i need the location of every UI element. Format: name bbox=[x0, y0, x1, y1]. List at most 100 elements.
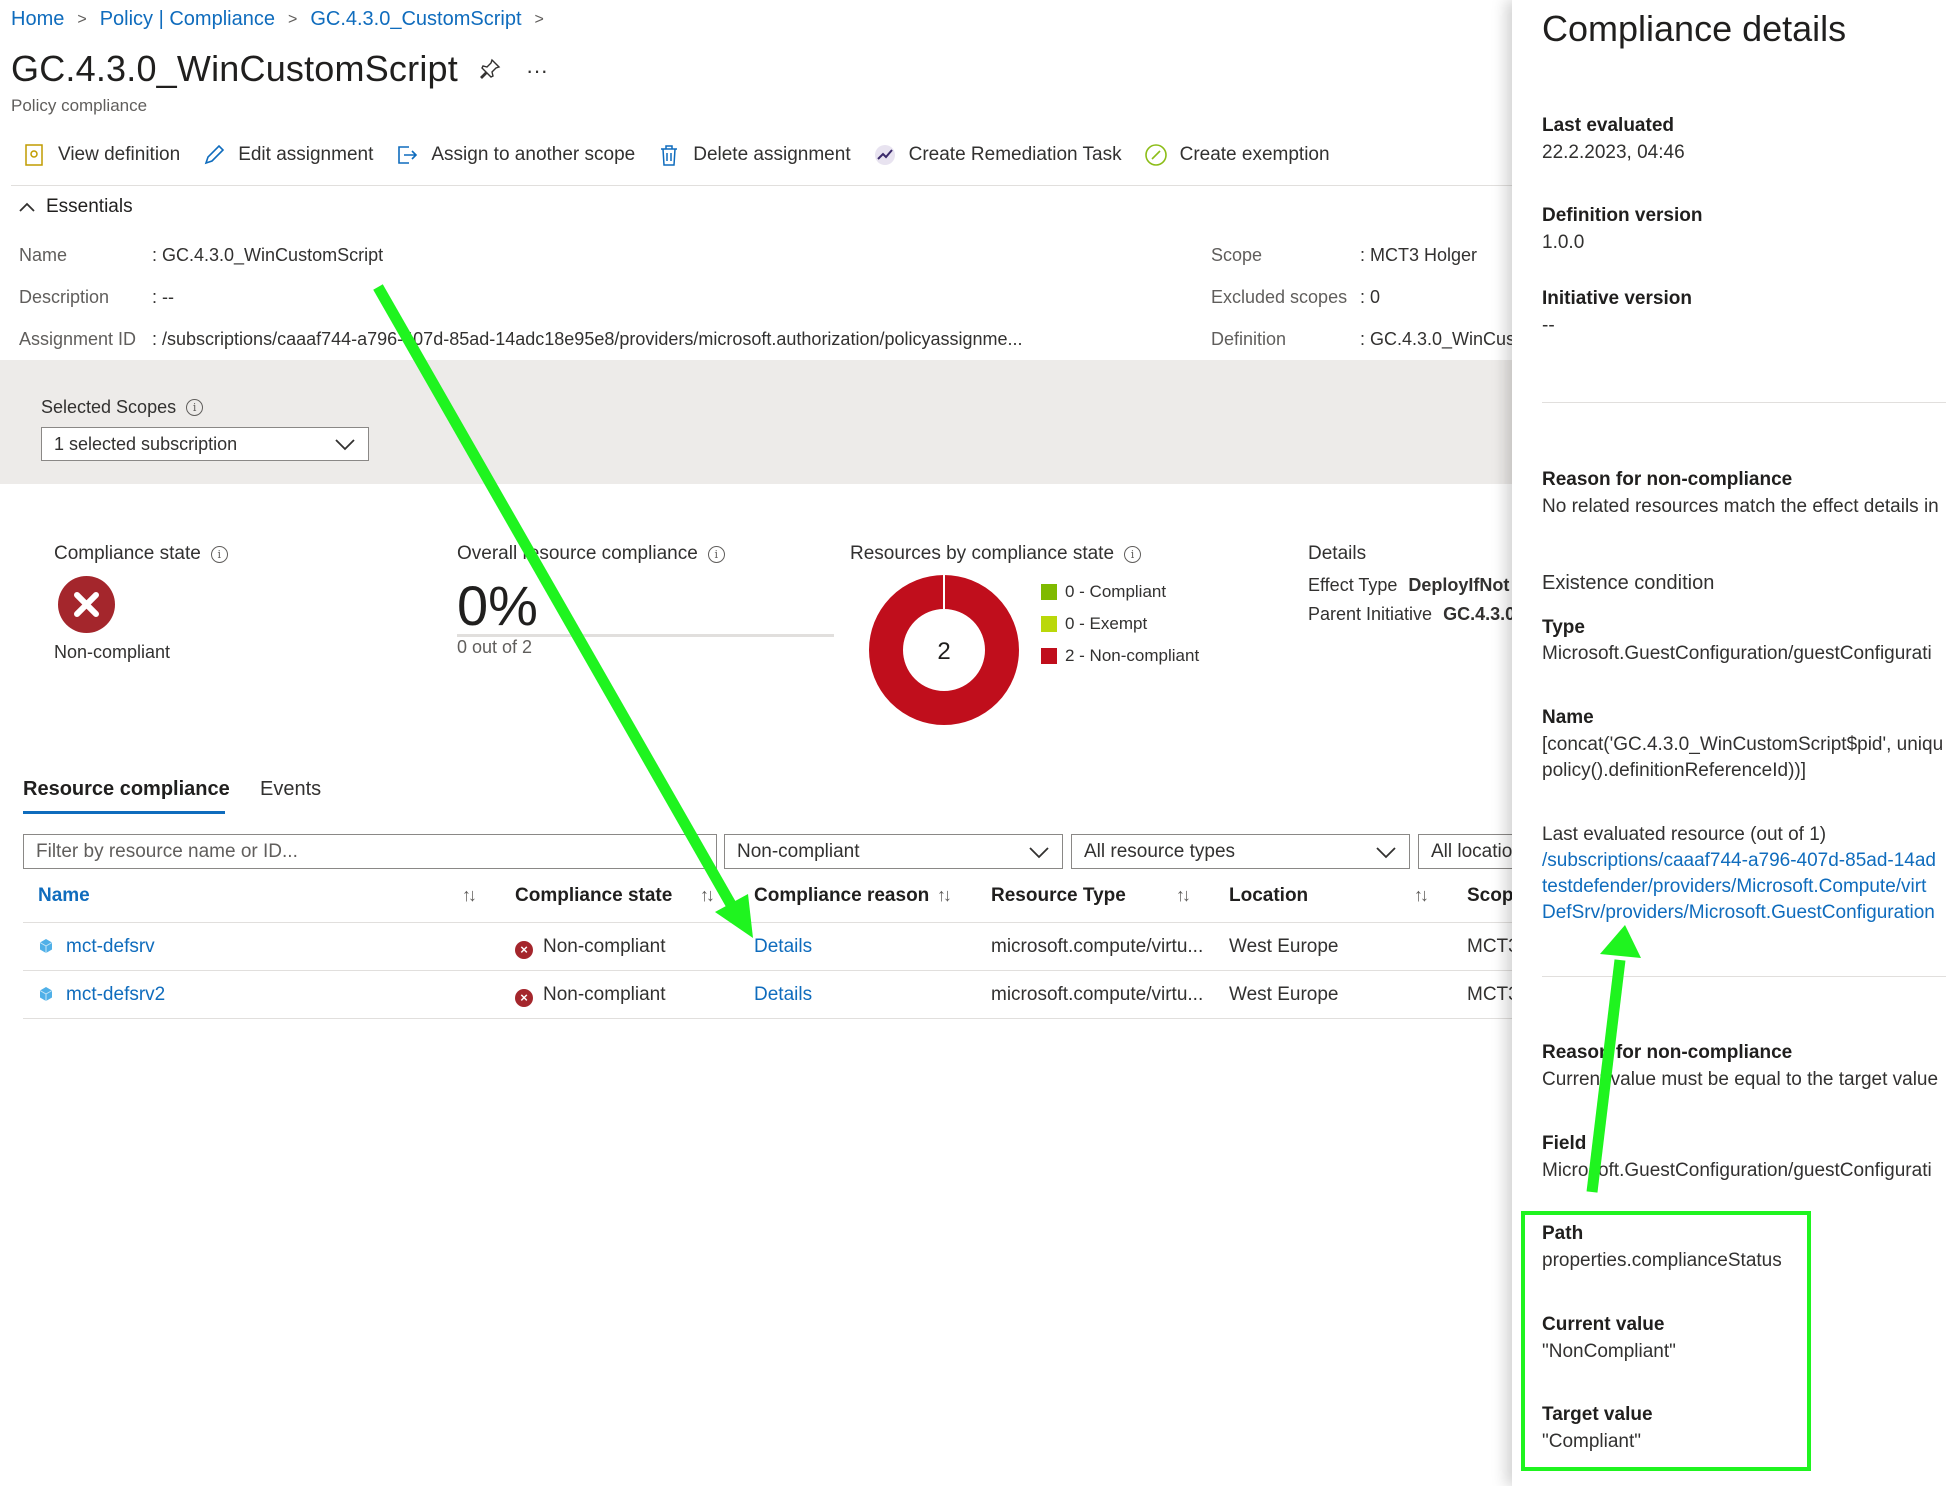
legend-swatch-exempt bbox=[1041, 616, 1057, 632]
details-card-title: Details bbox=[1308, 543, 1367, 564]
row-compliance-state: × Non-compliant bbox=[515, 984, 666, 1007]
info-icon[interactable]: i bbox=[1124, 545, 1142, 563]
delete-assignment-label: Delete assignment bbox=[693, 144, 851, 165]
column-header-location[interactable]: Location bbox=[1229, 885, 1308, 907]
last-evaluated-resource-link[interactable]: testdefender/providers/Microsoft.Compute… bbox=[1542, 876, 1926, 898]
pin-icon[interactable] bbox=[478, 57, 502, 81]
create-remediation-button[interactable]: Create Remediation Task bbox=[873, 143, 1122, 167]
reason-label: Reason for non-compliance bbox=[1542, 469, 1793, 490]
compliance-state-dropdown[interactable]: Non-compliant bbox=[724, 834, 1063, 869]
field-value: Microsoft.GuestConfiguration/guestConfig… bbox=[1542, 1160, 1932, 1181]
error-icon: × bbox=[515, 941, 533, 959]
scope-dropdown[interactable]: 1 selected subscription bbox=[41, 427, 369, 461]
column-header-resource-type[interactable]: Resource Type bbox=[991, 885, 1126, 907]
resource-type-dropdown[interactable]: All resource types bbox=[1071, 834, 1410, 869]
reason-value: No related resources match the effect de… bbox=[1542, 496, 1939, 517]
last-evaluated-resource-label: Last evaluated resource (out of 1) bbox=[1542, 824, 1827, 845]
divider bbox=[11, 185, 1512, 186]
scope-filter-band bbox=[0, 360, 1512, 484]
legend-exempt-label: 0 - Exempt bbox=[1065, 614, 1148, 633]
row-resource-type: microsoft.compute/virtu... bbox=[991, 936, 1204, 957]
row-compliance-state-text: Non-compliant bbox=[543, 984, 666, 1005]
create-exemption-button[interactable]: Create exemption bbox=[1144, 143, 1330, 167]
name-value-line-1: [concat('GC.4.3.0_WinCustomScript$pid', … bbox=[1542, 734, 1944, 755]
view-definition-button[interactable]: View definition bbox=[22, 143, 180, 167]
legend-non-compliant[interactable]: 2 - Non-compliant bbox=[1041, 646, 1199, 666]
edit-assignment-button[interactable]: Edit assignment bbox=[202, 143, 373, 167]
last-evaluated-label: Last evaluated bbox=[1542, 115, 1674, 136]
column-header-name[interactable]: Name bbox=[38, 885, 90, 907]
pencil-icon bbox=[204, 144, 225, 165]
compliance-state-value: Non-compliant bbox=[54, 642, 171, 662]
legend-swatch-non-compliant bbox=[1041, 648, 1057, 664]
location-dropdown-value: All locatio bbox=[1431, 840, 1512, 862]
last-evaluated-resource-link[interactable]: /subscriptions/caaaf744-a796-407d-85ad-1… bbox=[1542, 850, 1936, 872]
details-link[interactable]: Details bbox=[754, 936, 812, 958]
row-location: West Europe bbox=[1229, 984, 1339, 1005]
resource-link[interactable]: mct-defsrv bbox=[66, 936, 155, 958]
breadcrumb-policy-compliance[interactable]: Policy | Compliance bbox=[100, 8, 275, 31]
effect-type-label: Effect Type bbox=[1308, 575, 1398, 595]
essentials-definition-link[interactable]: GC.4.3.0_WinCus bbox=[1370, 329, 1515, 349]
name-label: Name bbox=[1542, 707, 1594, 728]
resource-link[interactable]: mct-defsrv2 bbox=[66, 984, 165, 1006]
legend-non-compliant-label: 2 - Non-compliant bbox=[1065, 646, 1200, 665]
tab-resource-compliance[interactable]: Resource compliance bbox=[23, 778, 230, 801]
field-label: Field bbox=[1542, 1133, 1587, 1154]
compliance-state-title-text: Compliance state bbox=[54, 543, 201, 564]
compliance-donut-chart: 2 bbox=[869, 573, 1019, 725]
column-header-compliance-reason[interactable]: Compliance reason bbox=[754, 885, 929, 907]
resource-filter-input[interactable]: Filter by resource name or ID... bbox=[23, 834, 717, 869]
sort-icon[interactable]: ↑↓ bbox=[462, 885, 477, 906]
info-icon[interactable]: i bbox=[186, 399, 204, 416]
essentials-assignment-id-label: Assignment ID bbox=[19, 329, 137, 349]
type-label: Type bbox=[1542, 617, 1585, 638]
delete-assignment-button[interactable]: Delete assignment bbox=[657, 143, 851, 167]
essentials-name-text: GC.4.3.0_WinCustomScript bbox=[162, 245, 384, 265]
breadcrumb-home[interactable]: Home bbox=[11, 8, 64, 31]
breadcrumb-customscript[interactable]: GC.4.3.0_CustomScript bbox=[310, 8, 521, 31]
sort-icon[interactable]: ↑↓ bbox=[1176, 885, 1191, 906]
essentials-assignment-id-value: : /subscriptions/caaaf744-a796-407d-85ad… bbox=[152, 329, 1023, 349]
legend-compliant[interactable]: 0 - Compliant bbox=[1041, 582, 1199, 602]
overall-compliance-title-text: Overall resource compliance bbox=[457, 543, 698, 564]
error-icon: × bbox=[515, 989, 533, 1007]
info-icon[interactable]: i bbox=[210, 545, 228, 563]
panel-divider bbox=[1542, 976, 1946, 977]
selected-scopes-text: Selected Scopes bbox=[41, 397, 177, 417]
reason2-label: Reason for non-compliance bbox=[1542, 1042, 1793, 1063]
edit-assignment-label: Edit assignment bbox=[238, 144, 374, 165]
essentials-toggle[interactable]: Essentials bbox=[18, 196, 133, 218]
tab-events[interactable]: Events bbox=[260, 778, 321, 801]
more-options-icon[interactable]: ··· bbox=[526, 58, 548, 84]
essentials-definition-label: Definition bbox=[1211, 329, 1287, 349]
compliance-state-dropdown-value: Non-compliant bbox=[737, 840, 860, 862]
essentials-definition-value: : GC.4.3.0_WinCus bbox=[1360, 329, 1516, 349]
vm-icon bbox=[38, 938, 54, 959]
info-icon[interactable]: i bbox=[707, 545, 725, 563]
legend-exempt[interactable]: 0 - Exempt bbox=[1041, 614, 1199, 634]
definition-version-label: Definition version bbox=[1542, 205, 1703, 226]
essentials-scope-link[interactable]: MCT3 Holger bbox=[1370, 245, 1477, 265]
exemption-icon bbox=[1144, 144, 1167, 166]
essentials-name-value: : GC.4.3.0_WinCustomScript bbox=[152, 245, 384, 265]
row-compliance-state-text: Non-compliant bbox=[543, 936, 666, 957]
sort-icon[interactable]: ↑↓ bbox=[937, 885, 952, 906]
last-evaluated-resource-link[interactable]: DefSrv/providers/Microsoft.GuestConfigur… bbox=[1542, 902, 1935, 924]
location-dropdown[interactable]: All locatio bbox=[1418, 834, 1512, 869]
page-title: GC.4.3.0_WinCustomScript bbox=[11, 48, 458, 89]
sort-icon[interactable]: ↑↓ bbox=[700, 885, 715, 906]
assign-to-scope-label: Assign to another scope bbox=[431, 144, 636, 165]
essentials-scope-value: : MCT3 Holger bbox=[1360, 245, 1478, 265]
remediation-icon bbox=[874, 145, 895, 165]
row-resource-type: microsoft.compute/virtu... bbox=[991, 984, 1204, 1005]
initiative-version-label: Initiative version bbox=[1542, 288, 1692, 309]
assign-to-scope-button[interactable]: Assign to another scope bbox=[395, 143, 635, 167]
chevron-down-icon bbox=[1376, 847, 1396, 859]
sort-icon[interactable]: ↑↓ bbox=[1414, 885, 1429, 906]
effect-type-value: DeployIfNot bbox=[1408, 575, 1510, 595]
column-header-compliance-state[interactable]: Compliance state bbox=[515, 885, 672, 907]
row-scope: MCT3 bbox=[1467, 936, 1519, 957]
donut-legend: 0 - Compliant 0 - Exempt 2 - Non-complia… bbox=[1041, 582, 1199, 666]
details-link[interactable]: Details bbox=[754, 984, 812, 1006]
